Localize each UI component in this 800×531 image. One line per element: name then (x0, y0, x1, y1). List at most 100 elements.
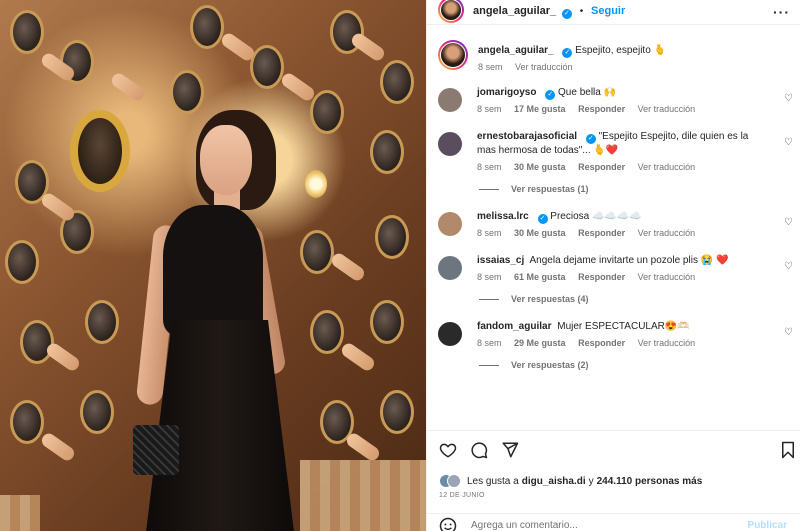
comment-text: Preciosa ☁️☁️☁️☁️ (550, 211, 642, 222)
comment-likes[interactable]: 30 Me gusta (514, 162, 566, 172)
decor-mirror (310, 310, 344, 354)
commenter-avatar[interactable] (438, 212, 462, 236)
heart-icon[interactable] (439, 441, 457, 459)
comments-list: angela_aguilar_ ✓ Espejito, espejito 🫰 8… (427, 36, 800, 370)
translate-link[interactable]: Ver traducción (638, 162, 696, 172)
decor-mirror (170, 70, 204, 114)
follow-button[interactable]: Seguir (591, 5, 625, 17)
pixelated-region (0, 495, 40, 531)
comment-time: 8 sem (477, 104, 502, 114)
reply-button[interactable]: Responder (578, 272, 625, 282)
handbag (133, 425, 179, 475)
decor-mirror (10, 10, 44, 54)
comment-like-heart-icon[interactable]: ♡ (784, 138, 793, 148)
comment-text: Mujer ESPECTACULAR😍🫶🏻 (557, 321, 690, 332)
view-replies-button[interactable]: Ver respuestas (4) (427, 294, 800, 304)
decor-hand (39, 190, 77, 224)
commenter-avatar[interactable] (438, 256, 462, 280)
comment-icon[interactable] (470, 441, 488, 459)
decor-mirror (5, 240, 39, 284)
decor-hand (219, 30, 257, 64)
comment-input[interactable]: Agrega un comentario... (471, 520, 578, 531)
decor-hand (344, 430, 382, 464)
reply-button[interactable]: Responder (578, 162, 625, 172)
caption-time: 8 sem (478, 62, 503, 72)
verified-badge-icon: ✓ (537, 214, 548, 224)
caption: angela_aguilar_ ✓ Espejito, espejito 🫰 8… (427, 36, 800, 72)
comment-likes[interactable]: 17 Me gusta (514, 104, 566, 114)
post-photo[interactable] (0, 0, 426, 531)
black-dress (163, 205, 263, 335)
decor-mirror (380, 390, 414, 434)
verified-badge-icon: ✓ (585, 134, 596, 144)
decor-mirror (370, 130, 404, 174)
comment-item: melissa.lrc ✓ Preciosa ☁️☁️☁️☁️ 8 sem 30… (427, 210, 800, 238)
bookmark-icon[interactable] (780, 441, 796, 459)
commenter-avatar[interactable] (438, 88, 462, 112)
comment-like-heart-icon[interactable]: ♡ (784, 94, 793, 104)
comment-time: 8 sem (477, 228, 502, 238)
view-replies-button[interactable]: Ver respuestas (1) (427, 184, 800, 194)
caption-text: Espejito, espejito 🫰 (575, 45, 666, 56)
decor-mirror (375, 215, 409, 259)
replies-divider (479, 188, 499, 190)
likes-count[interactable]: 244.110 personas más (597, 476, 703, 487)
author-avatar[interactable] (438, 0, 464, 23)
comment-like-heart-icon[interactable]: ♡ (784, 262, 793, 272)
comment-likes[interactable]: 29 Me gusta (514, 338, 566, 348)
separator-dot: • (579, 6, 584, 17)
view-replies-label: Ver respuestas (1) (511, 184, 589, 194)
comment-username[interactable]: melissa.lrc (477, 211, 529, 222)
post-side-panel: angela_aguilar_ ✓ • Seguir ··· angela_ag… (426, 0, 800, 531)
gold-hand-mirror (70, 110, 130, 192)
liker-avatar (447, 474, 461, 488)
decor-mirror (20, 320, 54, 364)
comment-like-heart-icon[interactable]: ♡ (784, 328, 793, 338)
comment-like-heart-icon[interactable]: ♡ (784, 218, 793, 228)
author-username[interactable]: angela_aguilar_ (473, 5, 556, 17)
verified-badge-icon: ✓ (545, 90, 556, 100)
comment-item: fandom_aguilar Mujer ESPECTACULAR😍🫶🏻 8 s… (427, 320, 800, 348)
more-icon[interactable]: ··· (773, 4, 790, 20)
reply-button[interactable]: Responder (578, 338, 625, 348)
decor-hand (349, 30, 387, 64)
decor-mirror (80, 390, 114, 434)
replies-divider (479, 364, 499, 366)
comment-likes[interactable]: 61 Me gusta (514, 272, 566, 282)
reply-button[interactable]: Responder (578, 104, 625, 114)
commenter-avatar[interactable] (438, 322, 462, 346)
translate-link[interactable]: Ver traducción (638, 338, 696, 348)
commenter-avatar[interactable] (438, 132, 462, 156)
author-avatar[interactable] (438, 40, 468, 70)
view-replies-button[interactable]: Ver respuestas (2) (427, 360, 800, 370)
comment-likes[interactable]: 30 Me gusta (514, 228, 566, 238)
decor-mirror (250, 45, 284, 89)
instagram-post-view: angela_aguilar_ ✓ • Seguir ··· angela_ag… (0, 0, 800, 531)
comment-text: Angela dejame invitarte un pozole plis 😭… (529, 255, 729, 266)
publish-button[interactable]: Publicar (748, 520, 787, 531)
comment-username[interactable]: jomarigoyso (477, 87, 536, 98)
liker-username[interactable]: digu_aisha.di (522, 476, 586, 487)
share-icon[interactable] (501, 441, 519, 459)
translate-link[interactable]: Ver traducción (638, 228, 696, 238)
decor-mirror (310, 90, 344, 134)
verified-badge-icon: ✓ (561, 9, 572, 19)
reply-button[interactable]: Responder (578, 228, 625, 238)
likes-middle: y (588, 475, 594, 487)
comment-username[interactable]: ernestobarajasoficial (477, 131, 577, 142)
comment-item: jomarigoyso ✓ Que bella 🙌 8 sem 17 Me gu… (427, 86, 800, 114)
caption-username[interactable]: angela_aguilar_ (478, 45, 554, 56)
comment-username[interactable]: fandom_aguilar (477, 321, 551, 332)
view-replies-label: Ver respuestas (2) (511, 360, 589, 370)
replies-divider (479, 298, 499, 300)
verified-badge-icon: ✓ (562, 48, 573, 58)
decor-mirror (190, 5, 224, 49)
comment-username[interactable]: issaias_cj (477, 255, 524, 266)
caption-translate-link[interactable]: Ver traducción (515, 62, 573, 72)
post-header: angela_aguilar_ ✓ • Seguir ··· (427, 0, 800, 25)
translate-link[interactable]: Ver traducción (638, 272, 696, 282)
translate-link[interactable]: Ver traducción (638, 104, 696, 114)
decor-hand (44, 340, 82, 374)
comment-item: issaias_cj Angela dejame invitarte un po… (427, 254, 800, 282)
emoji-icon[interactable] (439, 517, 457, 531)
